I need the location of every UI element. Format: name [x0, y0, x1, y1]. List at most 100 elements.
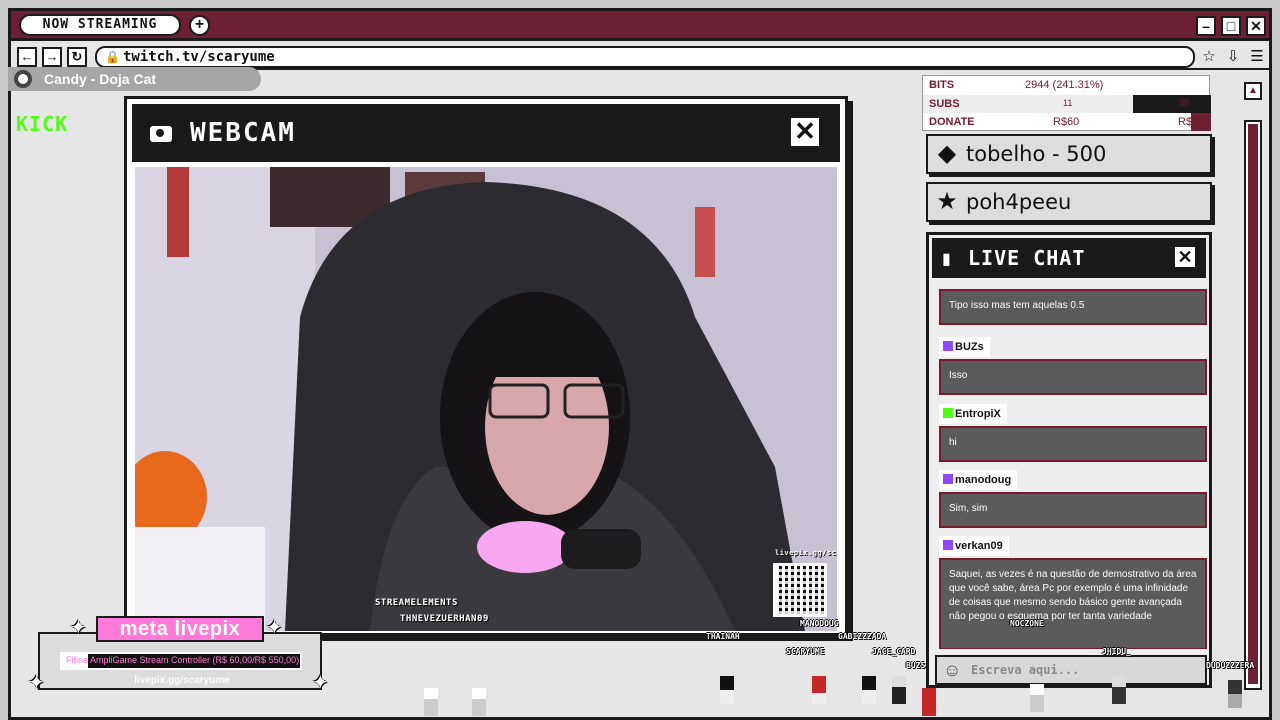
chat-message-text: Sim, sim: [939, 492, 1207, 528]
chat-message-text: Isso: [939, 359, 1207, 395]
webcam-feed: STREAMELEMENTS THNEVEZUERHAN09 livepix.g…: [135, 167, 837, 631]
lock-icon: 🔒: [105, 50, 120, 64]
chat-bubble-icon: ▮: [942, 251, 951, 268]
chat-username-text: verkan09: [955, 540, 1003, 552]
webcam-close-button[interactable]: ✕: [788, 115, 822, 149]
top-tip-text: tobelho - 500: [966, 142, 1107, 166]
chat-message-text: hi: [939, 426, 1207, 462]
viewer-name: SCARYUME: [786, 647, 825, 656]
chat-username: verkan09: [939, 536, 1009, 556]
subs-row: SUBS 11 35: [923, 95, 1211, 113]
livepix-goal-text: Fifine AmpliGame Stream Controller (R$ 6…: [66, 655, 300, 665]
viewer-name: BUZS: [906, 661, 926, 670]
viewer-sprite: [720, 676, 734, 704]
star-icon: ✦: [70, 617, 87, 639]
vinyl-icon: [14, 70, 32, 88]
star-icon: ✦: [28, 672, 45, 694]
chat-input-placeholder: Escreva aqui...: [971, 663, 1080, 677]
scroll-up-button[interactable]: ▲: [1244, 82, 1262, 100]
qr-caption: livepix.gg/scaryume: [775, 549, 837, 557]
top-tip-box: ◆ tobelho - 500: [926, 134, 1212, 174]
livepix-title: meta livepix: [96, 616, 264, 642]
back-button[interactable]: ←: [17, 47, 37, 67]
webcam-scene: [135, 167, 837, 631]
bits-label: BITS: [929, 79, 955, 91]
webcam-title: WEBCAM: [190, 118, 296, 148]
now-playing-text: Candy - Doja Cat: [44, 71, 157, 87]
camera-icon: [150, 126, 172, 142]
page-scrollbar[interactable]: [1244, 120, 1262, 690]
bits-value: 2944 (241.31%): [1025, 79, 1104, 91]
reload-button[interactable]: ↻: [67, 47, 87, 67]
viewer-name: JHIDU_: [1102, 647, 1131, 656]
viewer-name: MANODOUG: [800, 619, 839, 628]
viewer-sprite: [922, 688, 936, 716]
twitch-badge-icon: [943, 540, 953, 550]
livepix-link: livepix.gg/scaryume: [134, 675, 230, 686]
chat-username: EntropiX: [939, 404, 1007, 424]
url-text[interactable]: twitch.tv/scaryume: [123, 49, 275, 65]
viewer-sprite: [862, 676, 876, 704]
subs-value: 11: [1063, 98, 1073, 108]
viewer-sprite: [1228, 680, 1242, 708]
menu-icon[interactable]: ☰: [1247, 47, 1267, 67]
star-icon: ✦: [312, 672, 329, 694]
close-window-button[interactable]: ✕: [1246, 16, 1266, 36]
viewer-name: THAINAH: [706, 632, 740, 641]
latest-follower-box: ★ poh4peeu: [926, 182, 1212, 222]
viewer-sprite: [892, 676, 906, 704]
new-tab-button[interactable]: +: [189, 15, 210, 36]
subs-progress-remaining: [1133, 95, 1211, 113]
chat-username-text: EntropiX: [955, 408, 1001, 420]
subs-label: SUBS: [929, 98, 960, 110]
viewer-name: NOCZONE: [1010, 619, 1044, 628]
chat-header: ▮ LIVE CHAT ✕: [932, 238, 1206, 278]
maximize-button[interactable]: □: [1221, 16, 1241, 36]
donate-goal: R$65: [1178, 116, 1205, 128]
chat-title: LIVE CHAT: [968, 246, 1086, 270]
bits-row: BITS 2944 (241.31%): [923, 76, 1211, 94]
viewer-sprite: [812, 676, 826, 704]
chat-input[interactable]: ☺ Escreva aqui...: [935, 655, 1207, 685]
address-bar[interactable]: 🔒 twitch.tv/scaryume: [95, 46, 1195, 68]
bookmark-icon[interactable]: ☆: [1199, 47, 1219, 67]
latest-follower-text: poh4peeu: [966, 190, 1072, 214]
viewer-name: JACE_CARD: [872, 647, 916, 656]
skeleton-sprite: [472, 688, 486, 716]
download-icon[interactable]: ⇩: [1223, 47, 1243, 67]
emoji-icon[interactable]: ☺: [943, 660, 961, 681]
chat-message-text: Tipo isso mas tem aquelas 0.5: [939, 289, 1207, 325]
skeleton-sprite: [1030, 684, 1044, 712]
now-playing-bar: Candy - Doja Cat: [8, 67, 261, 91]
chat-messages: Tipo isso mas tem aquelas 0.5 BUZs Isso …: [935, 281, 1207, 649]
chat-username-text: manodoug: [955, 474, 1012, 486]
star-icon: ★: [936, 188, 958, 215]
viewer-name: DUDUZZZERA: [1206, 661, 1255, 670]
twitch-badge-icon: [943, 341, 953, 351]
chat-username: BUZs: [939, 337, 990, 357]
twitch-badge-icon: [943, 474, 953, 484]
diamond-icon: ◆: [937, 140, 957, 167]
star-icon: ✦: [266, 617, 283, 639]
webcam-header: WEBCAM ✕: [132, 104, 840, 162]
now-streaming-badge: NOW STREAMING: [19, 14, 181, 36]
qr-code: [773, 563, 827, 617]
donate-value: R$60: [1053, 116, 1080, 128]
goal-stats: BITS 2944 (241.31%) SUBS 11 35 DONATE R$…: [922, 75, 1211, 131]
viewer-name: GABIZZZADA: [838, 632, 887, 641]
skeleton-sprite: [424, 688, 438, 716]
minimize-button[interactable]: –: [1196, 16, 1216, 36]
forward-button[interactable]: →: [42, 47, 62, 67]
donate-row: DONATE R$60 R$65: [923, 113, 1211, 131]
webcam-window: WEBCAM ✕ STREAMELEMENTS THNEVEZUERHAN09 …: [124, 96, 848, 636]
subs-goal: 35: [1179, 98, 1190, 108]
donate-label: DONATE: [929, 116, 975, 128]
viewer-sprite: [1112, 676, 1126, 704]
overlay-label-2: THNEVEZUERHAN09: [400, 614, 489, 624]
live-chat-window: ▮ LIVE CHAT ✕ Tipo isso mas tem aquelas …: [926, 232, 1212, 688]
chat-close-button[interactable]: ✕: [1172, 244, 1198, 270]
scrollbar-thumb[interactable]: [1248, 124, 1258, 684]
chat-message-text: Saquei, as vezes é na questão de demostr…: [939, 558, 1207, 649]
livepix-progress-bar: Fifine AmpliGame Stream Controller (R$ 6…: [60, 652, 302, 670]
title-bar: NOW STREAMING + – □ ✕: [11, 11, 1269, 41]
